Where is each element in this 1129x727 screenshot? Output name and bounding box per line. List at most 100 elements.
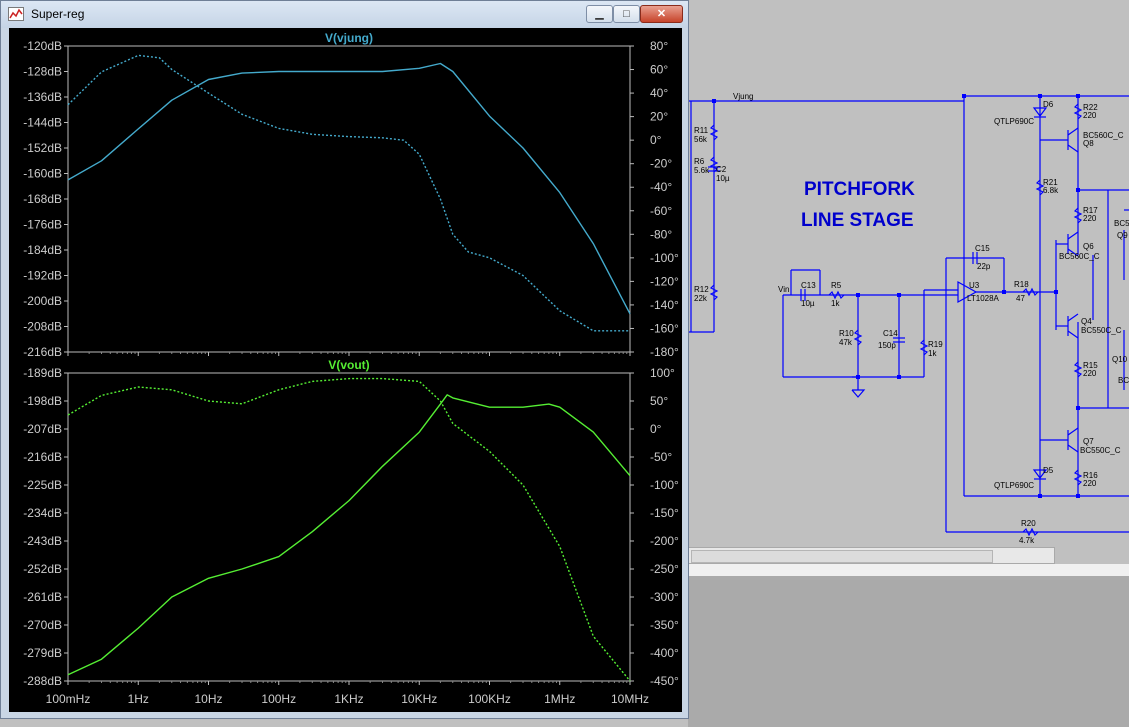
- y-tick-label-right: -150°: [650, 506, 679, 520]
- svg-text:R20: R20: [1021, 519, 1036, 528]
- x-tick-label: 10KHz: [401, 692, 437, 706]
- plot-frame: [67, 372, 631, 682]
- svg-text:QTLP690C: QTLP690C: [994, 117, 1034, 126]
- y-tick-label-left: -288dB: [23, 674, 62, 688]
- svg-text:QTLP690C: QTLP690C: [994, 481, 1034, 490]
- svg-text:220: 220: [1083, 214, 1097, 223]
- maximize-icon: □: [623, 8, 630, 20]
- svg-text:R19: R19: [928, 340, 943, 349]
- y-tick-label-left: -189dB: [23, 366, 62, 380]
- y-tick-label-left: -261dB: [23, 590, 62, 604]
- y-tick-label-right: -300°: [650, 590, 679, 604]
- svg-text:220: 220: [1083, 479, 1097, 488]
- svg-text:LT1028A: LT1028A: [967, 294, 1000, 303]
- svg-text:10µ: 10µ: [716, 174, 730, 183]
- scrollbar-thumb[interactable]: [691, 550, 993, 563]
- svg-text:R10: R10: [839, 329, 854, 338]
- x-tick-label: 100mHz: [46, 692, 91, 706]
- svg-text:C15: C15: [975, 244, 990, 253]
- svg-text:R5: R5: [831, 281, 842, 290]
- y-tick-label-right: -60°: [650, 204, 672, 218]
- schematic-title: PITCHFORK LINE STAGE: [801, 179, 915, 231]
- y-tick-label-right: -200°: [650, 534, 679, 548]
- plot-title: V(vout): [328, 358, 369, 372]
- plot-pane[interactable]: V(vjung) -120dB -128dB -136dB -144dB -152dB -1…: [9, 28, 682, 712]
- x-tick-label: 1KHz: [334, 692, 363, 706]
- bode-plots[interactable]: V(vjung) -120dB -128dB -136dB -144dB -152dB -1…: [9, 28, 682, 712]
- svg-text:1k: 1k: [831, 299, 840, 308]
- svg-text:BC560C_C: BC560C_C: [1059, 252, 1100, 261]
- plot-title: V(vjung): [325, 31, 373, 45]
- svg-text:22k: 22k: [694, 294, 708, 303]
- y-tick-label-left: -216dB: [23, 450, 62, 464]
- minimize-button[interactable]: ▁: [586, 5, 613, 23]
- y-tick-label-left: -216dB: [23, 345, 62, 359]
- svg-text:Q10: Q10: [1112, 355, 1128, 364]
- minimize-icon: ▁: [595, 8, 604, 20]
- y-tick-label-left: -120dB: [23, 39, 62, 53]
- magnitude-trace: [67, 62, 631, 315]
- y-tick-label-left: -184dB: [23, 243, 62, 257]
- schematic-canvas[interactable]: Vjung Vin R11 56k R6 5.6k C2 10µ R12 22k…: [688, 0, 1129, 560]
- y-tick-label-left: -207dB: [23, 422, 62, 436]
- y-tick-label-left: -225dB: [23, 478, 62, 492]
- y-tick-label-right: 60°: [650, 63, 668, 77]
- y-tick-label-right: -400°: [650, 646, 679, 660]
- y-tick-label-left: -144dB: [23, 116, 62, 130]
- close-button[interactable]: ✕: [640, 5, 683, 23]
- y-tick-label-left: -208dB: [23, 320, 62, 334]
- svg-text:Q7: Q7: [1083, 437, 1094, 446]
- x-tick-label: 1MHz: [544, 692, 575, 706]
- svg-text:Vjung: Vjung: [733, 92, 753, 101]
- svg-text:220: 220: [1083, 369, 1097, 378]
- svg-text:BC550C_C: BC550C_C: [1080, 446, 1121, 455]
- y-tick-label-left: -198dB: [23, 394, 62, 408]
- status-strip: [688, 564, 1129, 576]
- schematic-labels: Vjung Vin R11 56k R6 5.6k C2 10µ R12 22k…: [694, 92, 1129, 545]
- y-tick-label-left: -136dB: [23, 90, 62, 104]
- svg-text:BC: BC: [1118, 376, 1129, 385]
- svg-text:R12: R12: [694, 285, 709, 294]
- horizontal-scrollbar[interactable]: [688, 547, 1055, 564]
- y-tick-label-right: -250°: [650, 562, 679, 576]
- phase-trace: [67, 54, 630, 332]
- svg-text:150p: 150p: [878, 341, 896, 350]
- y-tick-label-right: -350°: [650, 618, 679, 632]
- y-tick-label-right: -450°: [650, 674, 679, 688]
- close-icon: ✕: [656, 8, 667, 20]
- y-tick-label-left: -270dB: [23, 618, 62, 632]
- svg-text:220: 220: [1083, 111, 1097, 120]
- svg-text:Q6: Q6: [1083, 242, 1094, 251]
- y-tick-label-left: -243dB: [23, 534, 62, 548]
- maximize-button[interactable]: □: [613, 5, 640, 23]
- schematic-wires: [688, 95, 1129, 537]
- x-tick-label: 10MHz: [611, 692, 649, 706]
- svg-text:1k: 1k: [928, 349, 937, 358]
- svg-text:R18: R18: [1014, 280, 1029, 289]
- title-bar[interactable]: Super-reg ▁ □ ✕: [1, 1, 688, 28]
- y-tick-label-right: 50°: [650, 394, 668, 408]
- y-tick-label-left: -128dB: [23, 65, 62, 79]
- empty-workspace: [688, 576, 1129, 727]
- svg-text:6.8k: 6.8k: [1043, 186, 1059, 195]
- y-tick-label-right: 40°: [650, 86, 668, 100]
- waveform-app-icon: [8, 7, 24, 21]
- svg-text:BC550C_C: BC550C_C: [1081, 326, 1122, 335]
- svg-text:Q8: Q8: [1083, 139, 1094, 148]
- svg-text:Vin: Vin: [778, 285, 789, 294]
- y-tick-label-left: -252dB: [23, 562, 62, 576]
- y-tick-label-right: -140°: [650, 298, 679, 312]
- svg-text:C14: C14: [883, 329, 898, 338]
- schematic-title-line1: PITCHFORK: [804, 179, 915, 200]
- svg-text:BC5: BC5: [1114, 219, 1129, 228]
- y-tick-label-right: -120°: [650, 274, 679, 288]
- y-tick-label-right: 80°: [650, 39, 668, 53]
- x-tick-label: 1Hz: [128, 692, 149, 706]
- y-tick-label-right: 100°: [650, 366, 675, 380]
- svg-text:U3: U3: [969, 281, 980, 290]
- magnitude-trace: [67, 394, 631, 676]
- waveform-window[interactable]: Super-reg ▁ □ ✕ V(vjung) -120dB -128dB -136…: [0, 0, 689, 719]
- y-tick-label-right: 20°: [650, 110, 668, 124]
- y-tick-label-left: -160dB: [23, 167, 62, 181]
- plot-frame: [67, 45, 631, 353]
